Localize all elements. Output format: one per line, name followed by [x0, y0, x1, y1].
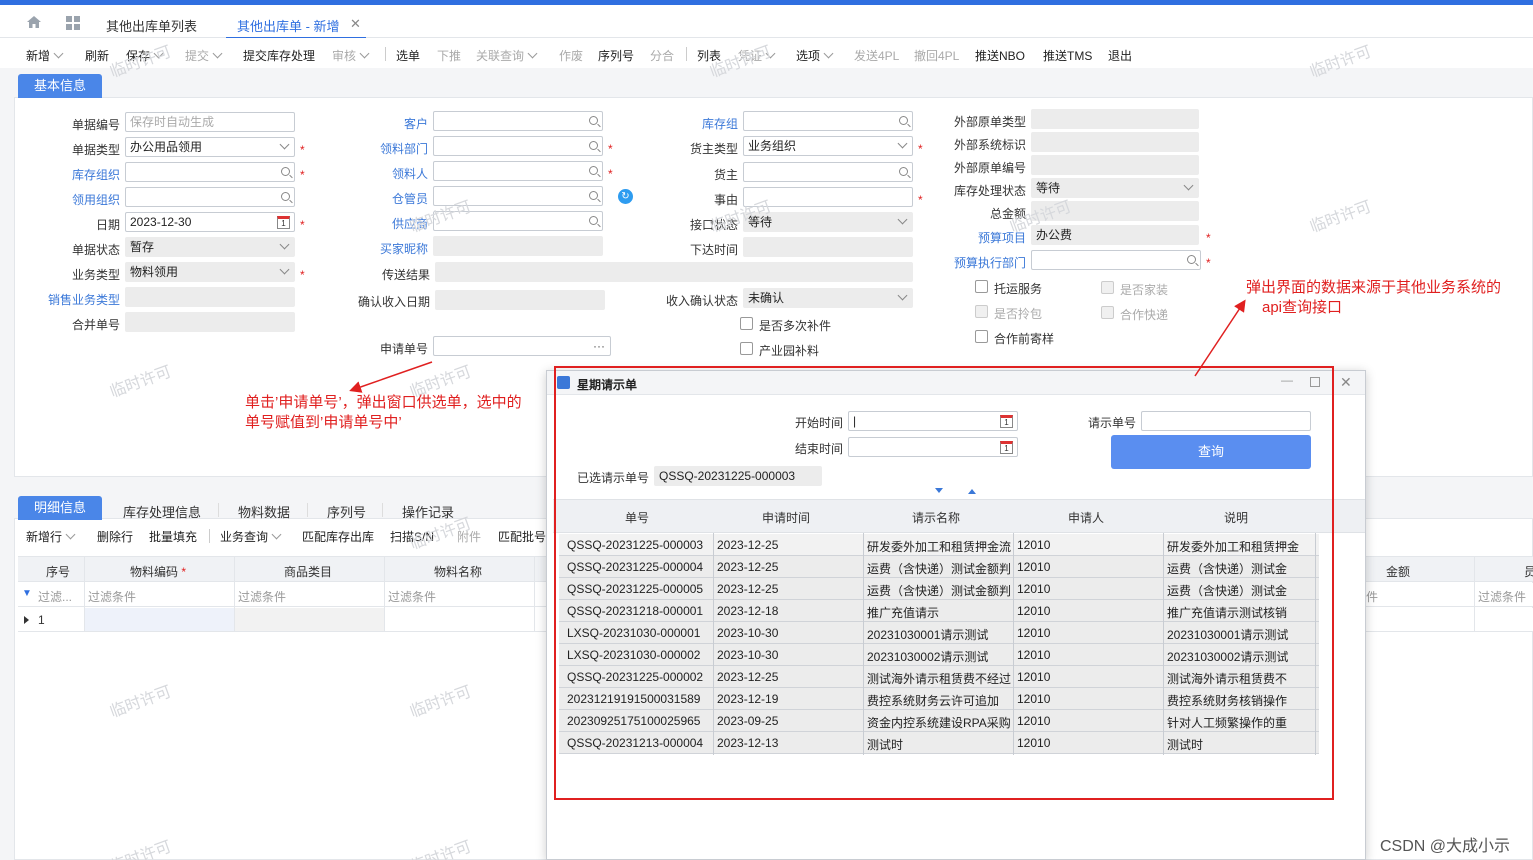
annotation-arrows	[349, 299, 1246, 393]
arrow-to-note	[1194, 299, 1246, 377]
footer-credit: CSDN @大成小示	[1380, 838, 1511, 855]
arrow-to-apply-no	[349, 361, 433, 393]
